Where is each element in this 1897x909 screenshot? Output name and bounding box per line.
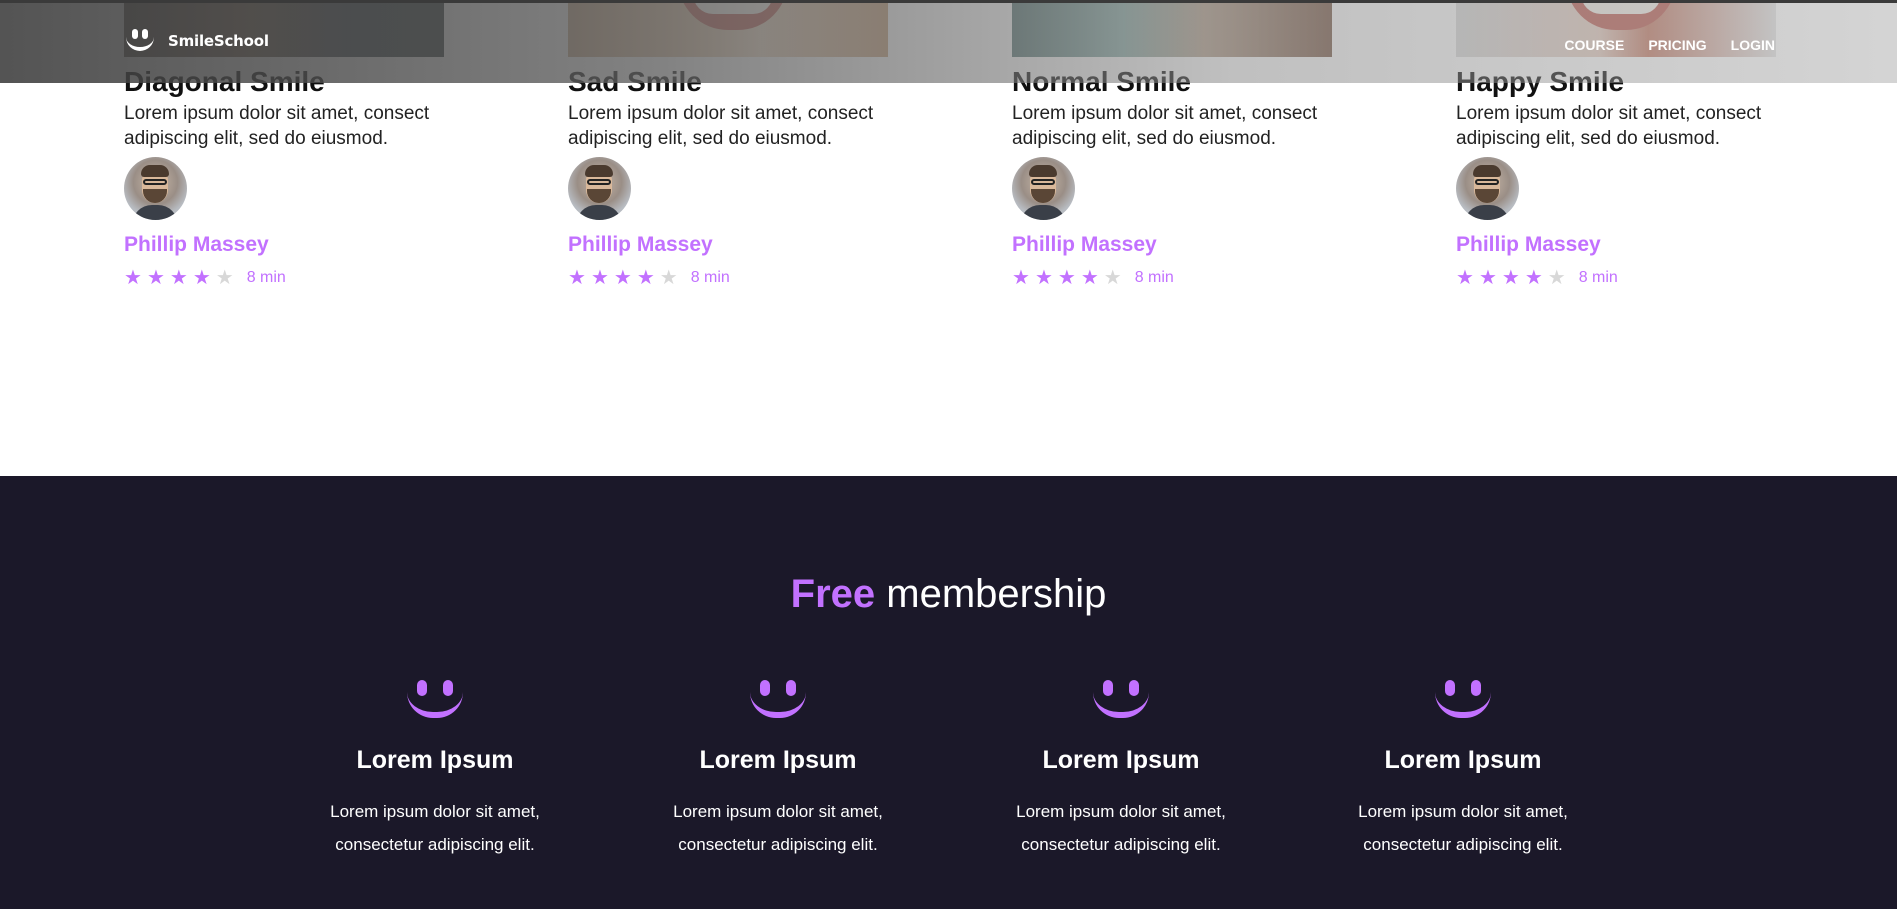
- feature-title: Lorem Ipsum: [1384, 746, 1542, 774]
- feature-item: Lorem Ipsum Lorem ipsum dolor sit amet, c…: [310, 680, 560, 861]
- author-name[interactable]: Phillip Massey: [1012, 233, 1332, 257]
- membership-section: Free membership Lorem Ipsum Lorem ipsum …: [0, 476, 1897, 909]
- star-icon: ★: [169, 267, 188, 289]
- feature-item: Lorem Ipsum Lorem ipsum dolor sit amet, c…: [653, 680, 903, 861]
- nav-course[interactable]: COURSE: [1564, 37, 1624, 53]
- feature-title: Lorem Ipsum: [699, 746, 857, 774]
- star-icon: ★: [1012, 267, 1030, 289]
- feature-item: Lorem Ipsum Lorem ipsum dolor sit amet, c…: [1338, 680, 1588, 861]
- star-empty-icon: ★: [659, 267, 678, 289]
- title-rest: membership: [875, 572, 1107, 616]
- star-icon: ★: [192, 267, 211, 289]
- star-rating: ★ ★ ★ ★ ★ 8 min: [124, 268, 444, 288]
- star-icon: ★: [613, 267, 632, 289]
- smile-icon: [1093, 680, 1149, 724]
- card-description: Lorem ipsum dolor sit amet, consect adip…: [124, 103, 430, 149]
- star-icon: ★: [590, 267, 609, 289]
- star-icon: ★: [1501, 267, 1520, 289]
- star-empty-icon: ★: [215, 267, 234, 289]
- star-rating: ★ ★ ★ ★ ★ 8 min: [1012, 268, 1332, 288]
- star-icon: ★: [146, 267, 165, 289]
- feature-title: Lorem Ipsum: [356, 746, 514, 774]
- star-icon: ★: [1034, 267, 1053, 289]
- author-name[interactable]: Phillip Massey: [1456, 233, 1776, 257]
- brand-logo[interactable]: SmileSchool: [124, 27, 269, 55]
- smile-icon: [750, 680, 806, 724]
- feature-text: Lorem ipsum dolor sit amet, consectetur a…: [1358, 802, 1568, 854]
- star-icon: ★: [124, 267, 142, 289]
- star-empty-icon: ★: [1103, 267, 1122, 289]
- feature-title: Lorem Ipsum: [1042, 746, 1200, 774]
- site-header: SmileSchool COURSE PRICING LOGIN: [0, 0, 1897, 83]
- smile-logo-icon: [124, 27, 156, 55]
- duration: 8 min: [246, 269, 286, 286]
- feature-item: Lorem Ipsum Lorem ipsum dolor sit amet, c…: [996, 680, 1246, 861]
- section-title: Free membership: [0, 572, 1897, 617]
- card-description: Lorem ipsum dolor sit amet, consect adip…: [568, 103, 874, 149]
- author-name[interactable]: Phillip Massey: [568, 233, 888, 257]
- card-description: Lorem ipsum dolor sit amet, consect adip…: [1012, 103, 1318, 149]
- avatar: [1012, 157, 1075, 220]
- card-description: Lorem ipsum dolor sit amet, consect adip…: [1456, 103, 1762, 149]
- star-empty-icon: ★: [1547, 267, 1566, 289]
- avatar: [568, 157, 631, 220]
- title-accent: Free: [790, 572, 876, 616]
- avatar: [1456, 157, 1519, 220]
- duration: 8 min: [690, 269, 730, 286]
- author-name[interactable]: Phillip Massey: [124, 233, 444, 257]
- avatar: [124, 157, 187, 220]
- main-nav: COURSE PRICING LOGIN: [1564, 37, 1775, 53]
- brand-name: SmileSchool: [168, 32, 269, 50]
- smile-icon: [1435, 680, 1491, 724]
- feature-text: Lorem ipsum dolor sit amet, consectetur a…: [330, 802, 540, 854]
- star-icon: ★: [1057, 267, 1076, 289]
- star-icon: ★: [1478, 267, 1497, 289]
- nav-pricing[interactable]: PRICING: [1648, 37, 1706, 53]
- star-icon: ★: [636, 267, 655, 289]
- star-rating: ★ ★ ★ ★ ★ 8 min: [568, 268, 888, 288]
- star-icon: ★: [1524, 267, 1543, 289]
- feature-text: Lorem ipsum dolor sit amet, consectetur a…: [673, 802, 883, 854]
- feature-text: Lorem ipsum dolor sit amet, consectetur a…: [1016, 802, 1226, 854]
- star-icon: ★: [568, 267, 586, 289]
- nav-login[interactable]: LOGIN: [1731, 37, 1775, 53]
- star-icon: ★: [1080, 267, 1099, 289]
- duration: 8 min: [1578, 269, 1618, 286]
- duration: 8 min: [1134, 269, 1174, 286]
- star-rating: ★ ★ ★ ★ ★ 8 min: [1456, 268, 1776, 288]
- smile-icon: [407, 680, 463, 724]
- star-icon: ★: [1456, 267, 1474, 289]
